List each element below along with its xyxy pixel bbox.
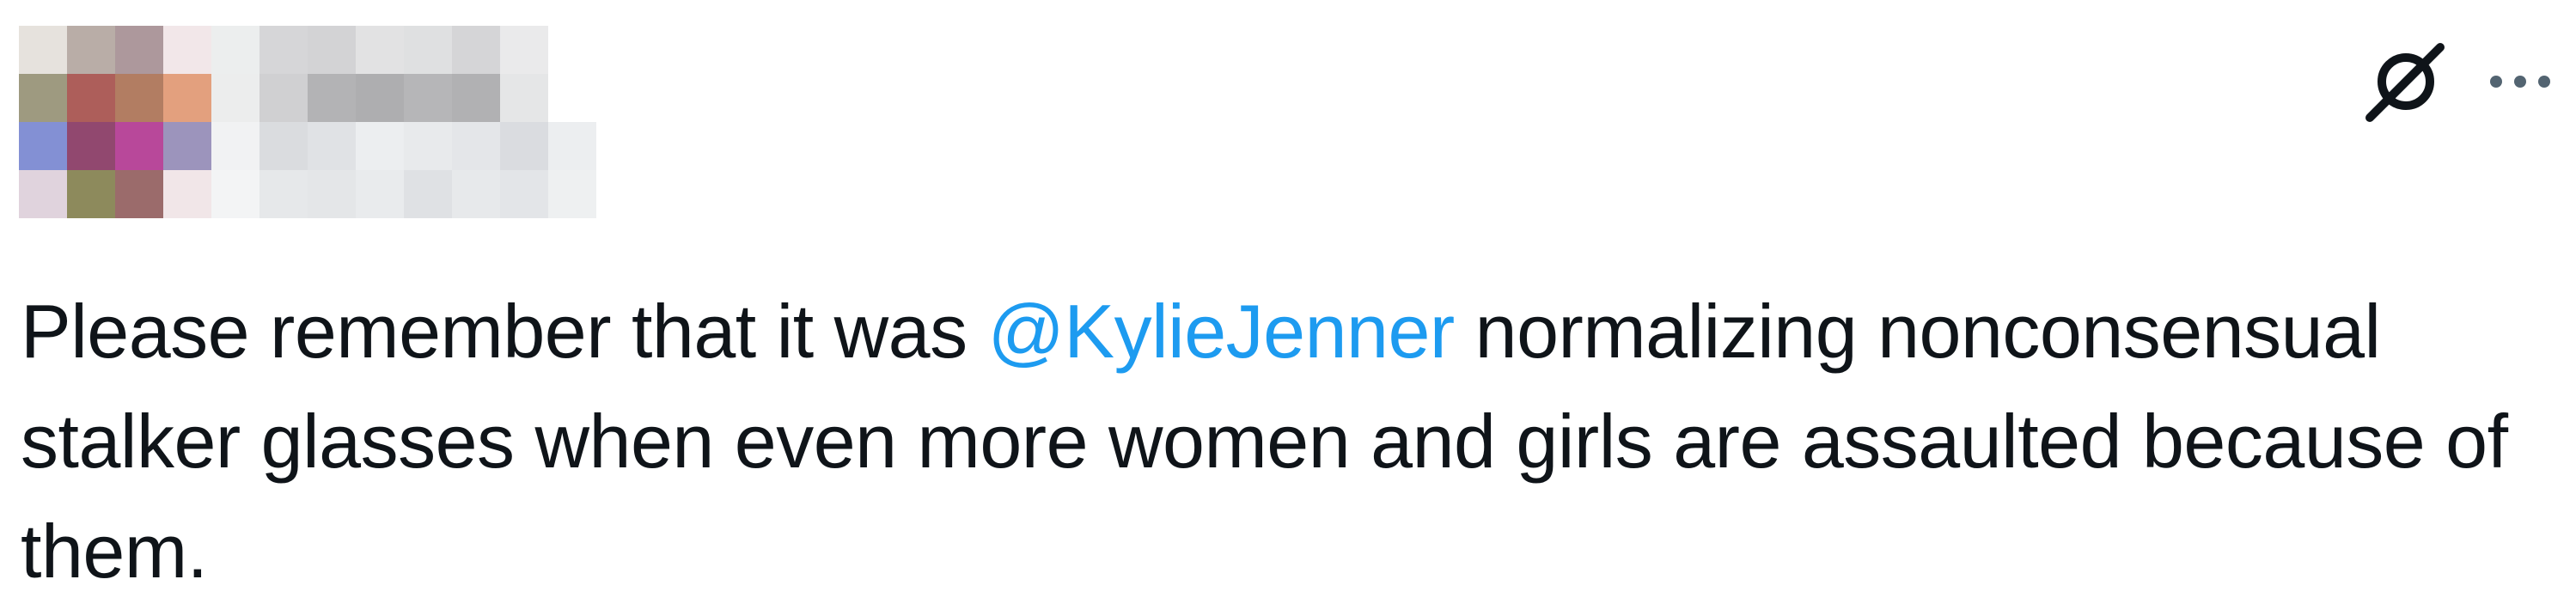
more-dot bbox=[2514, 76, 2526, 88]
tweet-card: Please remember that it was @KylieJenner… bbox=[0, 0, 2576, 616]
more-dot bbox=[2538, 76, 2550, 88]
more-options-icon[interactable] bbox=[2490, 76, 2550, 88]
more-dot bbox=[2490, 76, 2502, 88]
tweet-text: Please remember that it was @KylieJenner… bbox=[21, 277, 2547, 607]
mention-link[interactable]: @KylieJenner bbox=[988, 289, 1456, 374]
tweet-text-before: Please remember that it was bbox=[21, 289, 988, 374]
redacted-author-header bbox=[19, 26, 672, 223]
tweet-top-actions bbox=[2365, 34, 2550, 129]
grok-icon[interactable] bbox=[2365, 40, 2447, 123]
